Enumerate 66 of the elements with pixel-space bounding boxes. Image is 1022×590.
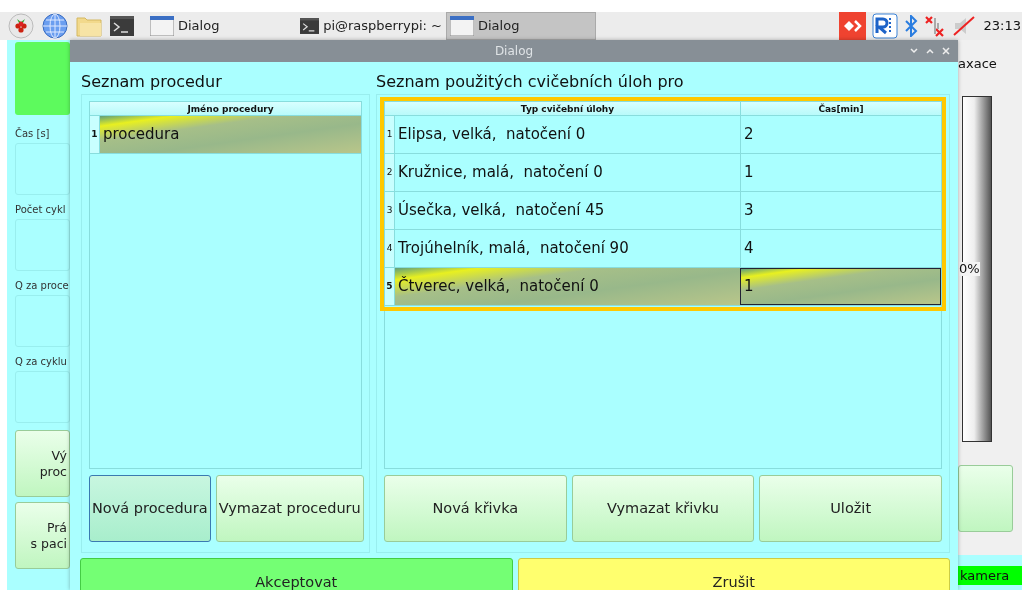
action-button[interactable]: Nová křivka — [384, 475, 567, 542]
input-field[interactable] — [15, 295, 70, 347]
input-field[interactable] — [15, 371, 70, 423]
action-button[interactable]: Uložit — [759, 475, 942, 542]
action-button[interactable]: Vymazat proceduru — [215, 475, 364, 542]
section-title: Seznam procedur — [81, 71, 223, 93]
table-cell[interactable]: procedura — [100, 116, 361, 153]
side-button[interactable]: Prá s paci — [15, 502, 70, 569]
column-header[interactable]: Jméno procedury — [100, 102, 361, 116]
column-header[interactable]: Čas[min] — [740, 102, 941, 116]
window-icon — [450, 16, 474, 36]
vnc-icon[interactable] — [871, 13, 898, 39]
taskbar-button[interactable]: Dialog — [446, 12, 596, 40]
button-label: Vý — [51, 447, 67, 464]
row-number: 1 — [385, 116, 395, 153]
side-button[interactable]: Vý proc — [15, 430, 70, 497]
row-number: 1 — [90, 116, 100, 153]
action-button[interactable]: Vymazat křivku — [571, 475, 755, 542]
camera-label: kamera — [958, 566, 1022, 585]
terminal-icon — [300, 16, 320, 36]
table-cell[interactable]: 1 — [740, 268, 941, 305]
table-cell[interactable]: Kružnice, malá, natočení 0 — [395, 154, 740, 191]
terminal-icon[interactable] — [110, 16, 134, 36]
input-field[interactable] — [15, 143, 70, 195]
window-icon — [150, 16, 174, 36]
taskbar-button[interactable]: Dialog — [146, 12, 296, 40]
field-label: Čas [s] — [15, 126, 51, 141]
network-disconnected-icon[interactable] — [923, 15, 946, 37]
minimize-icon[interactable] — [910, 47, 918, 55]
row-number: 3 — [385, 192, 395, 229]
table-cell[interactable]: 4 — [740, 230, 941, 267]
cancel-button[interactable]: Zrušit — [517, 558, 950, 590]
table-cell[interactable]: Elipsa, velká, natočení 0 — [395, 116, 740, 153]
column-header[interactable]: Typ cvičební úlohy — [395, 102, 740, 116]
section-label: axace — [958, 55, 998, 73]
action-button[interactable]: Nová procedura — [89, 475, 211, 542]
row-number: 4 — [385, 230, 395, 267]
window-title: Dialog — [494, 43, 534, 60]
table-cell[interactable]: Trojúhelník, malá, natočení 90 — [395, 230, 740, 267]
row-number: 5 — [385, 268, 395, 305]
clock[interactable]: 23:13 — [983, 16, 1021, 36]
accept-button[interactable]: Akceptovat — [80, 558, 513, 590]
table-cell[interactable]: 3 — [740, 192, 941, 229]
button-label: Prá — [46, 519, 67, 536]
table-cell[interactable]: Úsečka, velká, natočení 45 — [395, 192, 740, 229]
side-button[interactable] — [958, 464, 1013, 532]
section-title: Seznam použitých cvičebních úloh pro — [376, 71, 685, 93]
volume-muted-icon[interactable] — [951, 15, 976, 37]
raspberry-icon[interactable] — [8, 13, 34, 39]
taskbar-button[interactable]: pi@raspberrypi: ~ — [296, 12, 446, 40]
button-label: proc — [39, 463, 67, 480]
input-field[interactable] — [15, 219, 70, 271]
table-cell[interactable]: 1 — [740, 154, 941, 191]
table-cell[interactable]: Čtverec, velká, natočení 0 — [395, 268, 740, 305]
maximize-icon[interactable] — [926, 47, 934, 55]
remote-desktop-icon[interactable] — [838, 12, 866, 40]
field-label: Q za proce — [15, 279, 70, 293]
field-label: Q za cyklu — [15, 355, 68, 369]
field-label: Počet cykl — [15, 203, 67, 217]
gauge-reading: 0% — [959, 261, 980, 276]
close-icon[interactable] — [942, 47, 950, 55]
row-number: 2 — [385, 154, 395, 191]
table-cell[interactable]: 2 — [740, 116, 941, 153]
button-label: s paci — [30, 535, 67, 552]
globe-icon[interactable] — [42, 13, 68, 39]
bluetooth-icon[interactable] — [903, 15, 918, 37]
